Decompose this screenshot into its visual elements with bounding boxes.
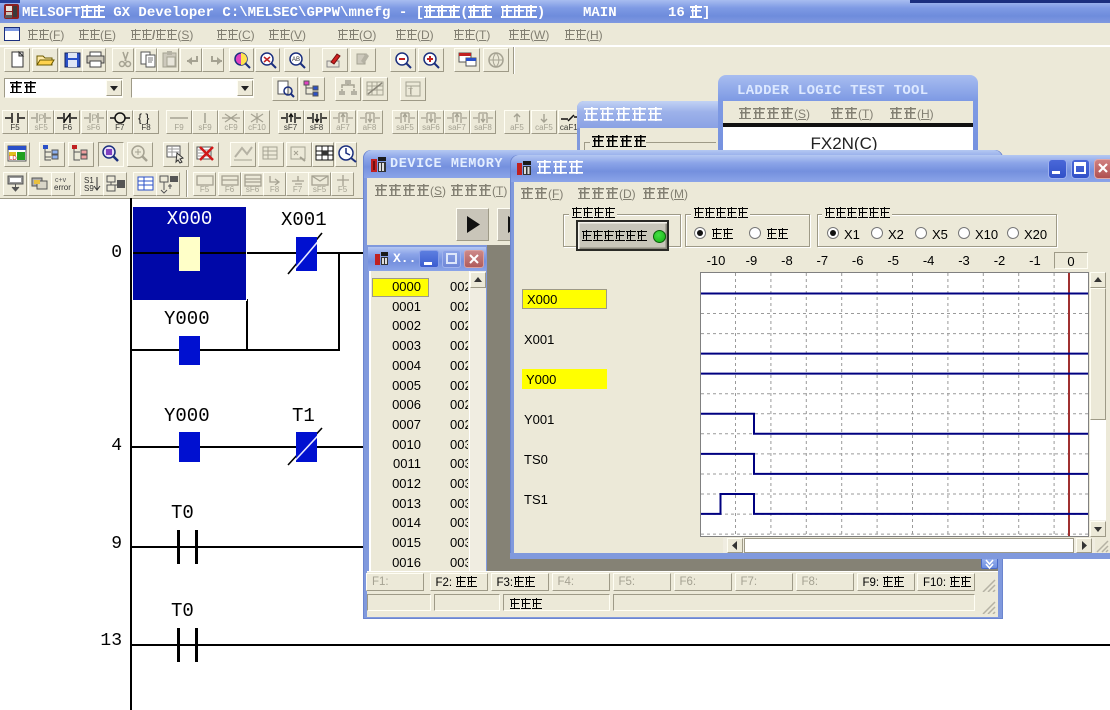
svg-text:S9: S9: [84, 184, 94, 193]
svg-text:LD: LD: [9, 156, 17, 162]
svg-text:P: P: [91, 113, 97, 123]
svg-text:AB: AB: [292, 57, 300, 63]
svg-text:P: P: [39, 113, 45, 123]
svg-text:error: error: [54, 183, 71, 192]
svg-text:T: T: [408, 87, 413, 96]
